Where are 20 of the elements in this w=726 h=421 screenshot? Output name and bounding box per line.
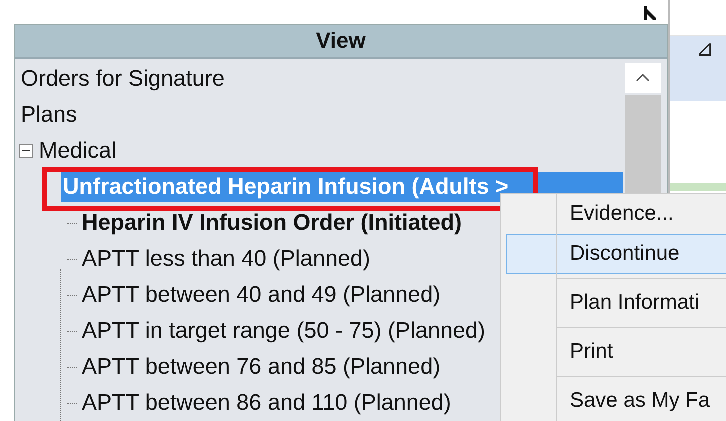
tree-item[interactable]: Medical bbox=[37, 136, 119, 166]
scroll-up-button[interactable] bbox=[625, 63, 661, 93]
tree-item[interactable]: APTT between 40 and 49 (Planned) bbox=[80, 280, 443, 310]
collapse-toggle[interactable] bbox=[19, 144, 33, 158]
tree-item[interactable]: APTT between 76 and 85 (Planned) bbox=[80, 352, 443, 382]
panel-header: View bbox=[15, 25, 667, 59]
menu-item[interactable]: Print bbox=[506, 332, 726, 372]
tree-item[interactable]: Heparin IV Infusion Order (Initiated) bbox=[80, 208, 464, 238]
tree-item[interactable]: APTT less than 40 (Planned) bbox=[80, 244, 372, 274]
menu-item[interactable]: Plan Informati bbox=[506, 283, 726, 323]
caret-up-icon bbox=[636, 74, 650, 82]
tree-item[interactable]: Orders for Signature bbox=[19, 64, 227, 94]
menu-item[interactable]: Discontinue bbox=[506, 234, 726, 274]
tree-item[interactable]: Plans bbox=[19, 100, 80, 130]
sort-glyph: ⊿ bbox=[696, 36, 714, 61]
menu-item[interactable]: Save as My Fa bbox=[506, 381, 726, 421]
status-strip bbox=[670, 183, 726, 191]
corner-icon bbox=[644, 6, 656, 20]
tree-item[interactable]: APTT between 86 and 110 (Planned) bbox=[80, 388, 454, 418]
tree-item[interactable]: APTT in target range (50 - 75) (Planned) bbox=[80, 316, 488, 346]
